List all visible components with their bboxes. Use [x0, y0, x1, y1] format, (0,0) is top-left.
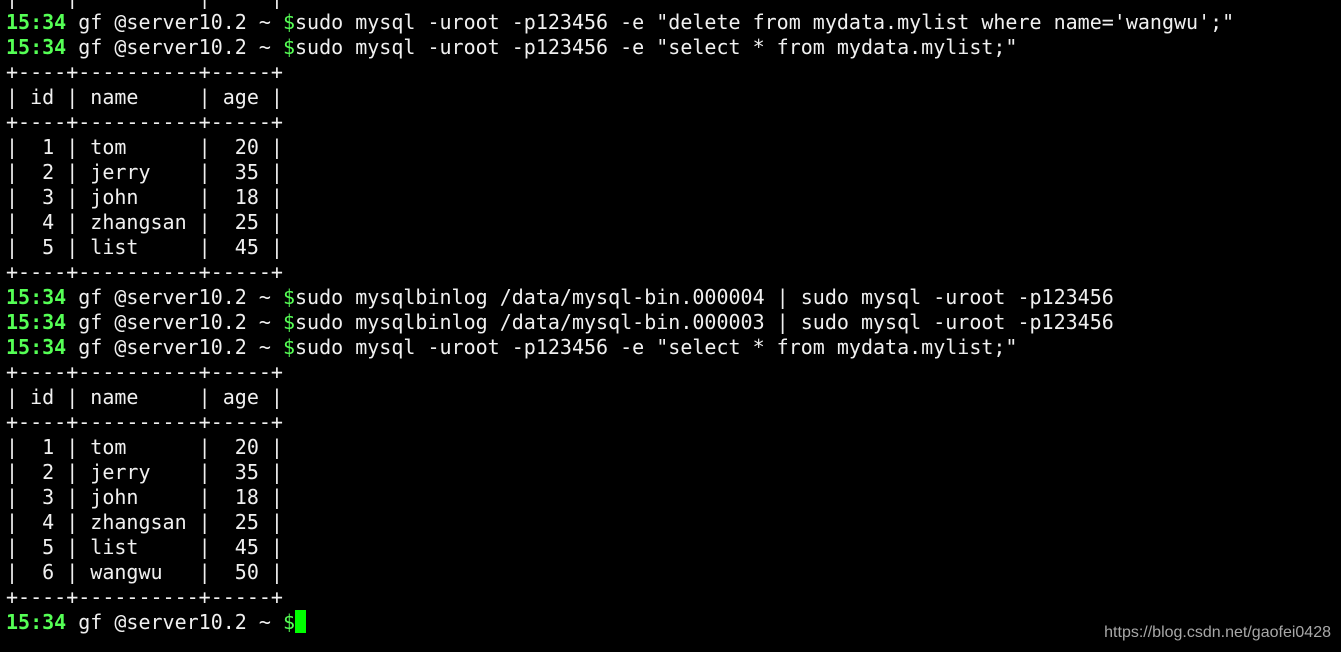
output-line: +----+----------+-----+	[6, 360, 283, 384]
prompt-time: 15:34	[6, 335, 67, 359]
output-line: | 1 | tom | 20 |	[6, 435, 283, 459]
prompt-userhost: gf @server10.2 ~	[66, 610, 283, 634]
prompt-symbol: $	[282, 35, 296, 59]
prompt-line: 15:34 gf @server10.2 ~ $sudo mysqlbinlog…	[6, 285, 1234, 310]
prompt-userhost: gf @server10.2 ~	[66, 310, 283, 334]
cursor[interactable]	[295, 610, 307, 633]
prompt-time: 15:34	[6, 35, 67, 59]
output-line: | 6 | wangwu | 50 |	[6, 560, 283, 584]
prompt-userhost: gf @server10.2 ~	[66, 335, 283, 359]
prompt-time: 15:34	[6, 285, 67, 309]
output-line: +----+----------+-----+	[6, 410, 283, 434]
prompt-line: 15:34 gf @server10.2 ~ $	[6, 610, 1234, 635]
prompt-time: 15:34	[6, 610, 67, 634]
prompt-line: 15:34 gf @server10.2 ~ $sudo mysqlbinlog…	[6, 310, 1234, 335]
prompt-time: 15:34	[6, 10, 67, 34]
prompt-userhost: gf @server10.2 ~	[66, 10, 283, 34]
output-line: | 4 | zhangsan | 25 |	[6, 210, 283, 234]
prompt-symbol: $	[282, 310, 296, 334]
watermark: https://blog.csdn.net/gaofei0428	[1104, 624, 1331, 641]
prompt-time: 15:34	[6, 310, 67, 334]
output-line: +----+----------+-----+	[6, 60, 283, 84]
output-line: | 3 | john | 18 |	[6, 185, 283, 209]
prompt-line: 15:34 gf @server10.2 ~ $sudo mysql -uroo…	[6, 10, 1234, 35]
command-text: sudo mysql -uroot -p123456 -e "delete fr…	[295, 10, 1235, 34]
terminal-output[interactable]: | | | |15:34 gf @server10.2 ~ $sudo mysq…	[6, 0, 1234, 635]
prompt-symbol: $	[282, 285, 296, 309]
command-text: sudo mysqlbinlog /data/mysql-bin.000004 …	[295, 285, 1114, 309]
prompt-userhost: gf @server10.2 ~	[66, 285, 283, 309]
output-line: | 1 | tom | 20 |	[6, 135, 283, 159]
output-line: +----+----------+-----+	[6, 260, 283, 284]
prompt-line: 15:34 gf @server10.2 ~ $sudo mysql -uroo…	[6, 35, 1234, 60]
output-line: | 2 | jerry | 35 |	[6, 460, 283, 484]
output-line: | id | name | age |	[6, 85, 283, 109]
output-line: | 4 | zhangsan | 25 |	[6, 510, 283, 534]
output-line: | 3 | john | 18 |	[6, 485, 283, 509]
output-line: | 2 | jerry | 35 |	[6, 160, 283, 184]
prompt-symbol: $	[282, 335, 296, 359]
prompt-userhost: gf @server10.2 ~	[66, 35, 283, 59]
command-text: sudo mysql -uroot -p123456 -e "select * …	[295, 35, 1018, 59]
prompt-line: 15:34 gf @server10.2 ~ $sudo mysql -uroo…	[6, 335, 1234, 360]
prompt-symbol: $	[282, 10, 296, 34]
output-line: +----+----------+-----+	[6, 585, 283, 609]
output-line: | 5 | list | 45 |	[6, 235, 283, 259]
command-text: sudo mysql -uroot -p123456 -e "select * …	[295, 335, 1018, 359]
command-text: sudo mysqlbinlog /data/mysql-bin.000003 …	[295, 310, 1114, 334]
output-line: | id | name | age |	[6, 385, 283, 409]
output-line: +----+----------+-----+	[6, 110, 283, 134]
prompt-symbol: $	[282, 610, 296, 634]
output-line: | | | |	[6, 0, 1234, 10]
output-line: | 5 | list | 45 |	[6, 535, 283, 559]
